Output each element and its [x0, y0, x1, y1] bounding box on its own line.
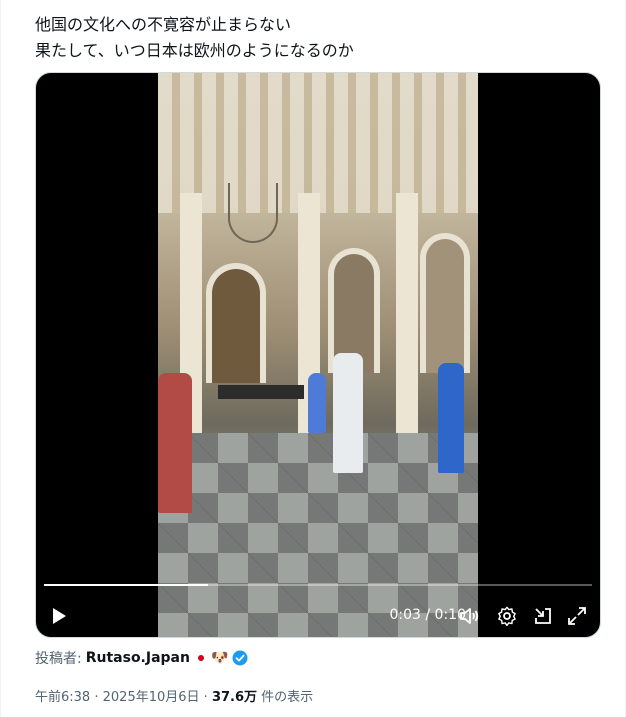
- tweet-card: 他国の文化への不寛容が止まらない 果たして、いつ日本は欧州のようになるのか 0:…: [0, 0, 626, 717]
- ornate-ceiling: [158, 73, 478, 213]
- person: [438, 363, 464, 473]
- chandelier: [228, 183, 278, 243]
- japan-flag-icon: [193, 651, 208, 665]
- tweet-text: 他国の文化への不寛容が止まらない 果たして、いつ日本は欧州のようになるのか: [35, 12, 595, 64]
- fullscreen-icon[interactable]: [566, 605, 588, 627]
- tweet-line-2: 果たして、いつ日本は欧州のようになるのか: [35, 41, 354, 60]
- dog-emoji-icon: 🐶: [210, 650, 229, 666]
- tweet-line-1: 他国の文化への不寛容が止まらない: [35, 15, 292, 34]
- doorway-arch: [206, 263, 266, 383]
- verified-badge-icon: [232, 650, 248, 666]
- person: [308, 373, 326, 433]
- poster-line: 投稿者: Rutaso.Japan 🐶: [35, 648, 248, 668]
- minimize-icon[interactable]: [532, 605, 554, 627]
- video-frame: [158, 73, 478, 637]
- view-count-suffix: 件の表示: [261, 690, 314, 705]
- tweet-meta: 午前6:38 · 2025年10月6日 · 37.6万 件の表示: [35, 686, 313, 705]
- person: [158, 373, 192, 513]
- poster-name[interactable]: Rutaso.Japan: [86, 650, 190, 666]
- poster-label: 投稿者:: [35, 651, 82, 667]
- view-count: 37.6万: [211, 690, 258, 705]
- progress-bar[interactable]: [44, 584, 592, 586]
- post-date[interactable]: 2025年10月6日: [103, 690, 200, 705]
- post-time[interactable]: 午前6:38: [35, 690, 90, 705]
- play-icon[interactable]: [50, 607, 68, 625]
- doorway-arch: [420, 233, 470, 373]
- time-separator: /: [425, 607, 431, 623]
- pillar: [396, 193, 418, 443]
- meta-separator: ·: [203, 690, 208, 705]
- time-current: 0:03: [389, 607, 421, 623]
- volume-icon[interactable]: [458, 605, 480, 627]
- video-player[interactable]: 0:03 / 0:10: [35, 72, 601, 638]
- ping-pong-table: [218, 385, 304, 399]
- person: [333, 353, 363, 473]
- meta-separator: ·: [94, 690, 99, 705]
- time-readout: 0:03 / 0:10: [366, 607, 466, 623]
- settings-icon[interactable]: [496, 605, 518, 627]
- progress-fill: [44, 584, 209, 586]
- video-controls: 0:03 / 0:10: [36, 595, 600, 637]
